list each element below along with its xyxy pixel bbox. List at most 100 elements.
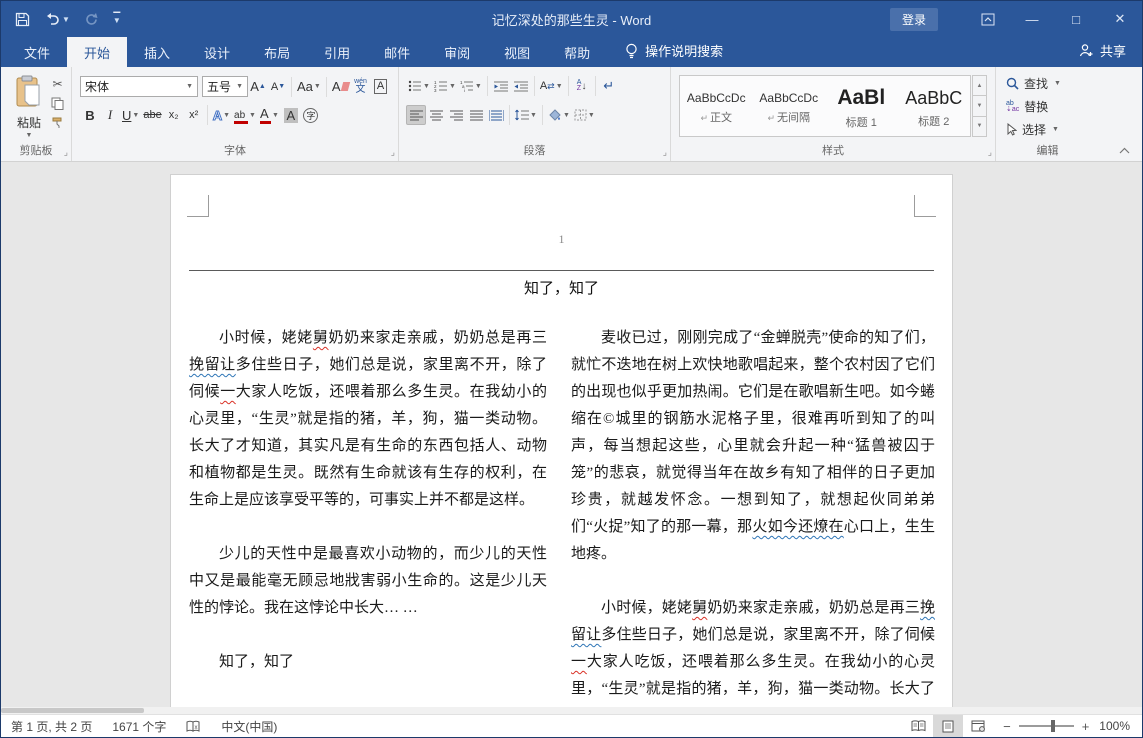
read-mode-button[interactable] <box>903 715 933 737</box>
paragraph[interactable]: 少儿的天性中是最喜欢小动物的，而少儿的天性中又是最能毫无顾忌地戕害弱小生命的。这… <box>189 541 547 622</box>
text-highlight-button[interactable]: ab▼ <box>232 105 258 125</box>
save-icon[interactable] <box>15 12 30 27</box>
minimize-button[interactable]: — <box>1010 1 1054 37</box>
font-color-button[interactable]: A▼ <box>258 105 281 125</box>
font-name-combo[interactable]: 宋体▼ <box>80 76 198 97</box>
strikethrough-button[interactable]: abe <box>141 105 163 125</box>
tab-3[interactable]: 设计 <box>187 37 247 67</box>
sort-button[interactable]: AZ↓ <box>572 76 592 96</box>
paragraph[interactable]: 知了，知了 <box>189 649 547 676</box>
text-run: 奶奶来家走亲戚，奶奶总是再三 <box>707 600 920 616</box>
asian-layout-button[interactable]: A⇄▼ <box>538 76 565 96</box>
document-title[interactable]: 知了，知了 <box>171 277 952 298</box>
proofing-status[interactable]: x <box>176 715 211 737</box>
borders-button[interactable]: ▼ <box>572 105 597 125</box>
tab-6[interactable]: 邮件 <box>367 37 427 67</box>
paragraph-dialog-launcher[interactable]: ⌟ <box>663 148 667 157</box>
text-column-left[interactable]: 小时候，姥姥舅奶奶来家走亲戚，奶奶总是再三挽留让多住些日子，她们总是说，家里离不… <box>189 325 547 714</box>
zoom-out-button[interactable]: − <box>1003 719 1011 734</box>
paragraph[interactable]: 麦收已过，刚刚完成了“金蝉脱壳”使命的知了们，就忙不迭地在树上欢快地歌唱起来，整… <box>571 325 935 568</box>
line-spacing-button[interactable]: ▼ <box>513 105 539 125</box>
copy-icon[interactable] <box>51 97 64 110</box>
paragraph[interactable]: 小时候，姥姥舅奶奶来家走亲戚，奶奶总是再三挽留让多住些日子，她们总是说，家里离不… <box>571 595 935 714</box>
language-status[interactable]: 中文(中国) <box>211 715 287 737</box>
grow-font-button[interactable]: A▲ <box>248 77 268 97</box>
numbering-button[interactable]: 123▼ <box>432 76 458 96</box>
find-button[interactable]: 查找▼ <box>1006 75 1061 92</box>
decrease-indent-button[interactable] <box>491 76 511 96</box>
cut-icon[interactable]: ✂ <box>52 77 62 91</box>
maximize-button[interactable]: □ <box>1054 1 1098 37</box>
character-shading-button[interactable]: A <box>281 105 301 125</box>
zoom-level[interactable]: 100% <box>1099 719 1142 733</box>
text-column-right[interactable]: 麦收已过，刚刚完成了“金蝉脱壳”使命的知了们，就忙不迭地在树上欢快地歌唱起来，整… <box>571 325 935 714</box>
zoom-slider[interactable] <box>1019 725 1074 727</box>
clear-formatting-button[interactable]: A <box>330 77 351 97</box>
tab-7[interactable]: 审阅 <box>427 37 487 67</box>
style-card-2[interactable]: AaBl标题 1 <box>825 76 898 136</box>
align-center-button[interactable] <box>426 105 446 125</box>
bold-button[interactable]: B <box>80 105 100 125</box>
styles-scroll-down-icon[interactable]: ▼ <box>972 96 987 116</box>
paragraph[interactable]: 小时候，姥姥舅奶奶来家走亲戚，奶奶总是再三挽留让多住些日子，她们总是说，家里离不… <box>189 325 547 514</box>
replace-button[interactable]: ab⇣ac 替换 <box>1006 98 1048 115</box>
show-hide-marks-button[interactable]: ↵ <box>599 76 619 96</box>
horizontal-scrollbar-thumb[interactable] <box>1 708 144 713</box>
zoom-in-button[interactable]: + <box>1082 719 1090 734</box>
subscript-button[interactable]: x₂ <box>164 105 184 125</box>
change-case-button[interactable]: Aa▼ <box>295 77 323 97</box>
font-size-combo[interactable]: 五号▼ <box>202 76 248 97</box>
multilevel-list-button[interactable]: 1ai▼ <box>458 76 484 96</box>
tell-me-search[interactable]: 操作说明搜索 <box>625 41 723 67</box>
tab-5[interactable]: 引用 <box>307 37 367 67</box>
format-painter-icon[interactable] <box>51 116 64 129</box>
phonetic-guide-button[interactable]: wén文 <box>351 77 371 97</box>
word-count[interactable]: 1671 个字 <box>102 715 176 737</box>
bullets-button[interactable]: ▼ <box>406 76 432 96</box>
styles-more-icon[interactable]: ▼ <box>972 117 987 137</box>
web-layout-button[interactable] <box>963 715 993 737</box>
enclose-characters-button[interactable]: 字 <box>301 105 321 125</box>
character-border-button[interactable]: A <box>371 77 391 97</box>
login-button[interactable]: 登录 <box>890 8 938 31</box>
undo-icon[interactable]: ▼ <box>44 12 70 26</box>
superscript-button[interactable]: x² <box>184 105 204 125</box>
collapse-ribbon-icon[interactable] <box>1119 143 1130 157</box>
customize-qat-icon[interactable]: ▔▼ <box>113 15 121 23</box>
tab-9[interactable]: 帮助 <box>547 37 607 67</box>
text-effects-button[interactable]: A▼ <box>211 105 232 125</box>
increase-indent-button[interactable] <box>511 76 531 96</box>
ribbon-display-options-button[interactable] <box>966 1 1010 37</box>
tab-1[interactable]: 开始 <box>67 37 127 67</box>
shading-button[interactable]: ▼ <box>546 105 572 125</box>
shrink-font-button[interactable]: A▼ <box>268 77 288 97</box>
tab-2[interactable]: 插入 <box>127 37 187 67</box>
page-info[interactable]: 第 1 页, 共 2 页 <box>1 715 102 737</box>
share-button[interactable]: 共享 <box>1079 41 1142 67</box>
styles-dialog-launcher[interactable]: ⌟ <box>988 148 992 157</box>
italic-button[interactable]: I <box>100 105 120 125</box>
horizontal-scrollbar[interactable] <box>1 707 1142 714</box>
style-card-3[interactable]: AaBbC标题 2 <box>898 76 971 136</box>
print-layout-button[interactable] <box>933 715 963 737</box>
clipboard-dialog-launcher[interactable]: ⌟ <box>64 148 68 157</box>
styles-scrollbar[interactable]: ▲ ▼ ▼ <box>972 75 987 137</box>
distribute-button[interactable] <box>486 105 506 125</box>
tab-4[interactable]: 布局 <box>247 37 307 67</box>
style-card-1[interactable]: AaBbCcDc↵无间隔 <box>753 76 826 136</box>
close-button[interactable]: ✕ <box>1098 1 1142 37</box>
align-right-button[interactable] <box>446 105 466 125</box>
document-page[interactable]: 1 知了，知了 小时候，姥姥舅奶奶来家走亲戚，奶奶总是再三挽留让多住些日子，她们… <box>170 174 953 714</box>
styles-scroll-up-icon[interactable]: ▲ <box>972 75 987 96</box>
select-button[interactable]: 选择▼ <box>1006 121 1059 138</box>
tab-0[interactable]: 文件 <box>7 37 67 67</box>
spellcheck-blue-run: 火如今还燎在 <box>752 519 843 535</box>
zoom-slider-thumb[interactable] <box>1051 720 1055 732</box>
tab-8[interactable]: 视图 <box>487 37 547 67</box>
align-left-button[interactable] <box>406 105 426 125</box>
style-card-0[interactable]: AaBbCcDc↵正文 <box>680 76 753 136</box>
underline-button[interactable]: U▼ <box>120 105 141 125</box>
justify-button[interactable] <box>466 105 486 125</box>
font-dialog-launcher[interactable]: ⌟ <box>391 148 395 157</box>
paste-button[interactable]: 粘贴 ▼ <box>9 75 49 141</box>
